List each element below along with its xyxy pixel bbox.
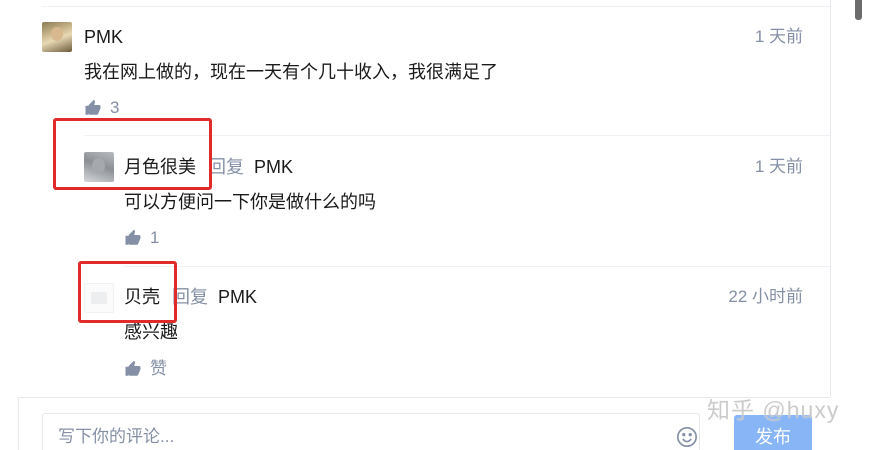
comment-time: 1 天前 <box>754 27 803 46</box>
comment-text: 可以方便问一下你是做什么的吗 <box>124 192 376 212</box>
thumbs-up-icon <box>84 99 102 117</box>
highlight-box <box>53 118 212 190</box>
avatar[interactable] <box>42 22 72 52</box>
author-name[interactable]: PMK <box>84 27 123 47</box>
reply-to-name[interactable]: PMK <box>218 287 257 307</box>
composer-left-border <box>18 397 19 450</box>
comment-input-box[interactable] <box>42 413 700 450</box>
comment-header: PMK <box>84 25 123 49</box>
smile-icon[interactable] <box>676 426 698 448</box>
panel-right-border <box>830 0 831 397</box>
watermark: 知乎 @huxy <box>707 397 840 423</box>
like-count: 3 <box>110 98 120 117</box>
thumbs-up-icon <box>124 360 142 378</box>
divider <box>42 6 830 7</box>
like-button[interactable]: 赞 <box>124 357 167 381</box>
reply-label: 回复 <box>172 287 208 307</box>
comment-thread: PMK 1 天前 我在网上做的，现在一天有个几十收入，我很满足了 3 月色很美回… <box>0 0 872 450</box>
like-count: 赞 <box>150 359 167 378</box>
reply-label: 回复 <box>208 157 244 177</box>
comment-text: 我在网上做的，现在一天有个几十收入，我很满足了 <box>84 62 498 82</box>
like-count: 1 <box>150 228 160 247</box>
comment-text: 感兴趣 <box>124 322 178 342</box>
like-button[interactable]: 3 <box>84 96 119 120</box>
divider <box>124 266 830 267</box>
comment-input[interactable] <box>58 424 658 450</box>
comment-time: 22 小时前 <box>728 287 803 306</box>
like-button[interactable]: 1 <box>124 226 159 250</box>
reply-to-name[interactable]: PMK <box>254 157 293 177</box>
comment-time: 1 天前 <box>754 157 803 176</box>
scrollbar-thumb[interactable] <box>855 0 862 20</box>
highlight-box <box>78 261 177 323</box>
thumbs-up-icon <box>124 229 142 247</box>
